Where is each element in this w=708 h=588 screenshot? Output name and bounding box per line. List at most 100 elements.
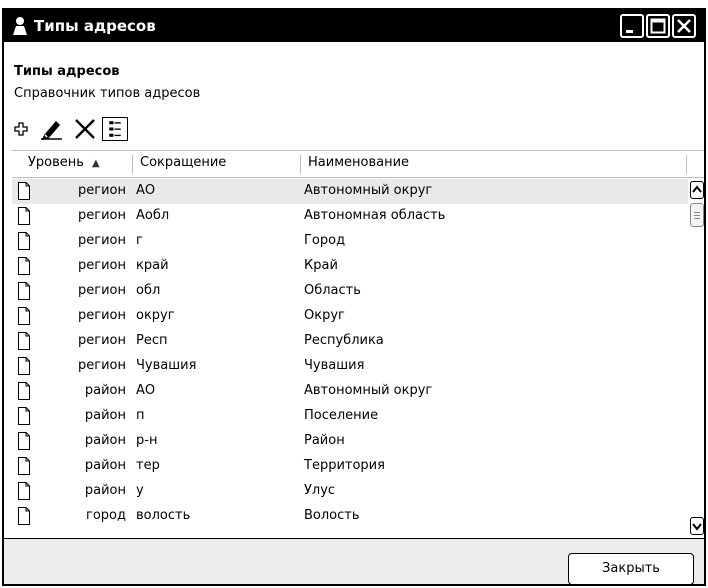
edit-pencil-icon[interactable] <box>38 116 66 142</box>
minimize-button[interactable] <box>620 14 644 38</box>
cell-abbreviation: край <box>136 258 169 273</box>
table-row[interactable]: регион округ Округ <box>12 304 688 329</box>
chevron-down-icon <box>692 523 702 531</box>
cell-name: Автономный округ <box>304 183 433 198</box>
page-title: Типы адресов <box>14 64 120 79</box>
cell-abbreviation: Аобл <box>136 208 170 223</box>
cell-level: район <box>84 458 126 473</box>
column-header-level[interactable]: Уровень ▲ <box>28 155 100 170</box>
table-row[interactable]: район АО Автономный округ <box>12 379 688 404</box>
column-divider[interactable] <box>300 155 301 174</box>
document-icon <box>18 482 30 500</box>
column-divider[interactable] <box>686 155 687 174</box>
cell-name: Край <box>304 258 338 273</box>
scroll-thumb[interactable] <box>690 203 704 227</box>
close-button[interactable]: Закрыть <box>568 553 694 585</box>
column-divider[interactable] <box>132 155 133 174</box>
column-header-abbreviation[interactable]: Сокращение <box>140 155 226 170</box>
scroll-down-button[interactable] <box>690 517 704 535</box>
column-header-level-label: Уровень <box>28 155 84 170</box>
document-icon <box>18 457 30 475</box>
cell-abbreviation: Респ <box>136 333 168 348</box>
table-row[interactable]: регион Респ Республика <box>12 329 688 354</box>
document-icon <box>18 207 30 225</box>
address-types-grid: Уровень ▲ Сокращение Наименование регион А… <box>12 150 704 538</box>
cell-name: Автономная область <box>304 208 446 223</box>
cell-abbreviation: АО <box>136 383 156 398</box>
table-row[interactable]: регион Чувашия Чувашия <box>12 354 688 379</box>
add-icon[interactable] <box>12 116 30 142</box>
minimize-icon <box>626 30 633 33</box>
document-icon <box>18 357 30 375</box>
table-row[interactable]: регион край Край <box>12 254 688 279</box>
cell-name: Округ <box>304 308 345 323</box>
document-icon <box>18 182 30 200</box>
cell-level: город <box>86 508 126 523</box>
grid-rows: регион АО Автономный округ регион Аобл Автоно… <box>12 179 688 539</box>
table-row[interactable]: регион Аобл Автономная область <box>12 204 688 229</box>
cell-abbreviation: АО <box>136 183 156 198</box>
document-icon <box>18 282 30 300</box>
delete-x-icon[interactable] <box>72 116 98 142</box>
cell-name: Область <box>304 283 361 298</box>
close-window-button[interactable] <box>672 14 696 38</box>
table-row[interactable]: район р-н Район <box>12 429 688 454</box>
cell-level: регион <box>78 283 126 298</box>
cell-level: район <box>84 433 126 448</box>
grid-header: Уровень ▲ Сокращение Наименование <box>12 151 704 178</box>
table-row[interactable]: район тер Территория <box>12 454 688 479</box>
cell-name: Территория <box>304 458 385 473</box>
maximize-button[interactable] <box>646 14 670 38</box>
cell-level: район <box>84 408 126 423</box>
cell-name: Волость <box>304 508 360 523</box>
table-row[interactable]: регион АО Автономный округ <box>12 179 688 204</box>
table-row[interactable]: регион г Город <box>12 229 688 254</box>
table-row[interactable]: регион обл Область <box>12 279 688 304</box>
cell-level: регион <box>78 258 126 273</box>
cell-abbreviation: обл <box>136 283 161 298</box>
document-icon <box>18 232 30 250</box>
cell-name: Район <box>304 433 345 448</box>
page-header: Типы адресов Справочник типов адресов <box>4 42 704 114</box>
sort-ascending-icon: ▲ <box>91 158 100 169</box>
cell-name: Город <box>304 233 346 248</box>
cell-level: район <box>84 483 126 498</box>
cell-abbreviation: тер <box>136 458 160 473</box>
app-user-icon <box>13 17 27 35</box>
page-subtitle: Справочник типов адресов <box>14 86 201 101</box>
cell-level: район <box>84 383 126 398</box>
cell-name: Чувашия <box>304 358 365 373</box>
column-header-name[interactable]: Наименование <box>308 155 409 170</box>
document-icon <box>18 382 30 400</box>
address-types-window: Типы адресов Типы адресов Справочник тип… <box>2 8 706 586</box>
cell-abbreviation: п <box>136 408 145 423</box>
cell-level: регион <box>78 308 126 323</box>
table-row[interactable]: район п Поселение <box>12 404 688 429</box>
cell-abbreviation: г <box>136 233 143 248</box>
document-icon <box>18 507 30 525</box>
title-bar[interactable]: Типы адресов <box>4 10 704 42</box>
cell-level: регион <box>78 183 126 198</box>
scroll-up-button[interactable] <box>690 181 704 199</box>
dialog-footer: Закрыть <box>4 538 704 585</box>
toolbar <box>4 114 704 144</box>
cell-level: регион <box>78 358 126 373</box>
cell-abbreviation: округ <box>136 308 175 323</box>
cell-name: Поселение <box>304 408 379 423</box>
columns-icon[interactable] <box>102 117 128 141</box>
document-icon <box>18 432 30 450</box>
cell-abbreviation: Чувашия <box>136 358 197 373</box>
cell-name: Улус <box>304 483 336 498</box>
chevron-up-icon <box>692 185 702 193</box>
document-icon <box>18 332 30 350</box>
document-icon <box>18 257 30 275</box>
maximize-icon <box>650 18 666 34</box>
cell-abbreviation: у <box>136 483 144 498</box>
cell-level: регион <box>78 208 126 223</box>
document-icon <box>18 407 30 425</box>
cell-abbreviation: волость <box>136 508 191 523</box>
table-row[interactable]: район у Улус <box>12 479 688 504</box>
close-icon <box>677 19 691 33</box>
table-row[interactable]: город волость Волость <box>12 504 688 529</box>
vertical-scrollbar[interactable] <box>690 179 704 539</box>
